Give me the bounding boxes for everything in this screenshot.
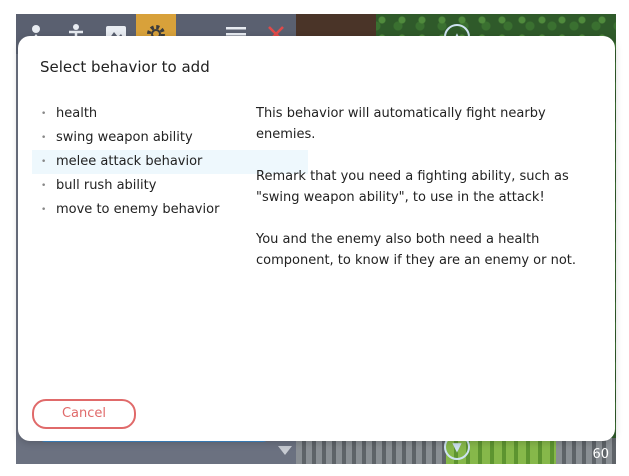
cancel-button[interactable]: Cancel xyxy=(32,399,136,429)
bullet-icon: • xyxy=(41,109,47,119)
fps-counter: 60 xyxy=(592,447,609,462)
bullet-icon: • xyxy=(41,133,47,143)
description-paragraph: This behavior will automatically fight n… xyxy=(256,106,546,142)
chevron-down-icon[interactable] xyxy=(278,446,292,455)
dialog-title: Select behavior to add xyxy=(40,58,210,76)
behavior-label: health xyxy=(56,106,98,121)
behavior-label: swing weapon ability xyxy=(56,130,193,145)
behavior-label: move to enemy behavior xyxy=(56,202,220,217)
description-paragraph: Remark that you need a fighting ability,… xyxy=(256,169,569,205)
behavior-label: melee attack behavior xyxy=(56,154,203,169)
behavior-label: bull rush ability xyxy=(56,178,157,193)
description-paragraph: You and the enemy also both need a healt… xyxy=(256,232,577,268)
behavior-description: This behavior will automatically fight n… xyxy=(256,103,578,292)
bullet-icon: • xyxy=(41,157,47,167)
editor-screen: ▲ ▼ 60 Select behavior to add • health •… xyxy=(0,0,629,476)
add-behavior-dialog: Select behavior to add • health • swing … xyxy=(18,36,615,441)
bullet-icon: • xyxy=(41,181,47,191)
bullet-icon: • xyxy=(41,205,47,215)
